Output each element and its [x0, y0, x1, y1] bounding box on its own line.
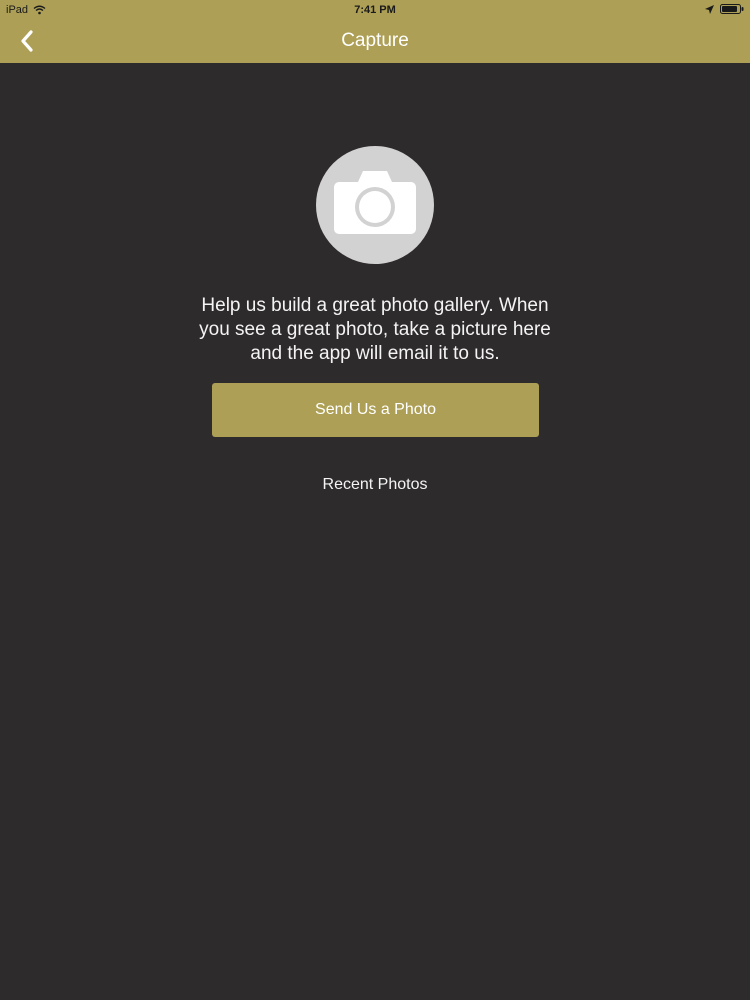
camera-icon [334, 171, 416, 234]
send-photo-button[interactable]: Send Us a Photo [212, 383, 539, 437]
status-bar: iPad 7:41 PM [0, 0, 750, 20]
camera-placeholder[interactable] [316, 146, 434, 264]
header-bar: iPad 7:41 PM Capture [0, 0, 750, 63]
message-line: you see a great photo, take a picture he… [199, 319, 551, 340]
navigation-bar: Capture [0, 20, 750, 63]
message-line: Help us build a great photo gallery. Whe… [201, 295, 549, 316]
battery-icon [720, 4, 744, 14]
recent-photos-link[interactable]: Recent Photos [0, 476, 750, 494]
message-line: and the app will email it to us. [250, 343, 500, 364]
status-time: 7:41 PM [354, 4, 396, 16]
status-right [705, 4, 744, 14]
page-title: Capture [341, 30, 409, 51]
instruction-message: Help us build a great photo gallery. Whe… [125, 294, 625, 366]
location-arrow-icon [705, 4, 714, 14]
